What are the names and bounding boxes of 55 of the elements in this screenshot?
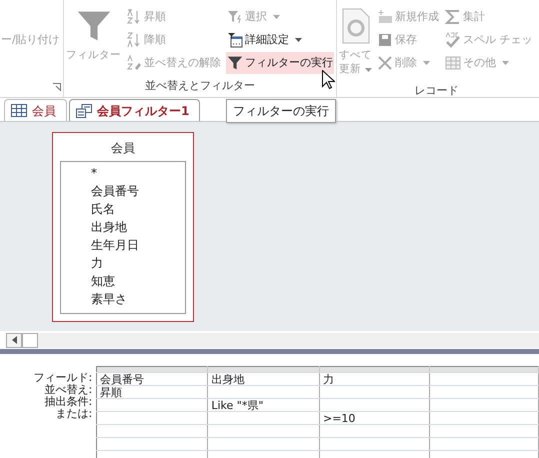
grid-cell[interactable]: 力 bbox=[320, 372, 430, 386]
selection-filter-icon bbox=[227, 9, 243, 25]
sort-ascending-icon bbox=[126, 9, 142, 25]
table-icon bbox=[445, 55, 461, 71]
tooltip: フィルターの実行 bbox=[226, 99, 336, 123]
grid-cell[interactable]: 昇順 bbox=[96, 386, 208, 399]
field-name[interactable]: * bbox=[91, 166, 97, 180]
caret-icon bbox=[273, 15, 280, 19]
ribbon-button[interactable]: 詳細設定 bbox=[226, 29, 334, 51]
clipboard-label: ー/貼り付け bbox=[1, 32, 60, 48]
field-name[interactable]: 会員番号 bbox=[91, 184, 139, 198]
grid-cell[interactable]: Like "*県" bbox=[208, 398, 320, 412]
group-label: レコード bbox=[414, 84, 458, 97]
field-name[interactable]: 知恵 bbox=[91, 274, 115, 288]
column-selector[interactable] bbox=[430, 366, 538, 373]
group-label: 並べ替えとフィルター bbox=[145, 79, 255, 92]
grid-cell[interactable]: 会員番号 bbox=[96, 372, 208, 386]
document-tab[interactable]: 会員フィルター1 bbox=[69, 99, 200, 121]
sort-descending-icon bbox=[126, 32, 142, 48]
caret-icon bbox=[502, 61, 509, 65]
row-label: または: bbox=[55, 407, 92, 420]
column-selector[interactable] bbox=[96, 366, 208, 373]
field-name[interactable]: 出身地 bbox=[91, 220, 127, 234]
delete-icon bbox=[377, 55, 393, 71]
document-tab[interactable]: 会員 bbox=[4, 99, 67, 121]
caret-icon bbox=[423, 61, 430, 65]
field-name[interactable]: 素早さ bbox=[91, 292, 127, 306]
save-icon bbox=[377, 32, 393, 48]
grid-cell[interactable]: >=10 bbox=[320, 412, 430, 425]
query-icon bbox=[76, 104, 92, 118]
scroll-thumb[interactable] bbox=[22, 332, 38, 348]
row-label: フィールド: bbox=[33, 371, 92, 384]
mouse-cursor-icon bbox=[322, 70, 335, 90]
column-selector[interactable] bbox=[320, 366, 430, 373]
dialog-launcher-icon[interactable] bbox=[53, 83, 61, 91]
row-label: 並べ替え: bbox=[44, 383, 92, 396]
field-name[interactable]: 生年月日 bbox=[91, 238, 139, 252]
field-name[interactable]: 氏名 bbox=[91, 202, 115, 216]
clear-sort-icon bbox=[126, 55, 142, 71]
advanced-filter-icon bbox=[227, 32, 243, 48]
ribbon-button[interactable]: フィルターの実行 bbox=[226, 52, 334, 74]
scroll-left-button[interactable] bbox=[6, 332, 22, 348]
table-title: 会員 bbox=[110, 140, 136, 157]
column-selector[interactable] bbox=[208, 366, 320, 373]
caret-icon bbox=[295, 38, 302, 42]
caret-icon bbox=[365, 68, 372, 72]
table-icon bbox=[11, 104, 27, 117]
left-arrow-icon bbox=[12, 336, 16, 344]
field-name[interactable]: 力 bbox=[91, 256, 103, 270]
row-label: 抽出条件: bbox=[44, 395, 92, 408]
grid-cell[interactable]: 出身地 bbox=[208, 372, 320, 386]
new-record-icon bbox=[377, 9, 393, 25]
sigma-icon bbox=[445, 9, 461, 25]
spell-check-icon bbox=[445, 32, 461, 48]
filter-icon bbox=[227, 55, 243, 71]
